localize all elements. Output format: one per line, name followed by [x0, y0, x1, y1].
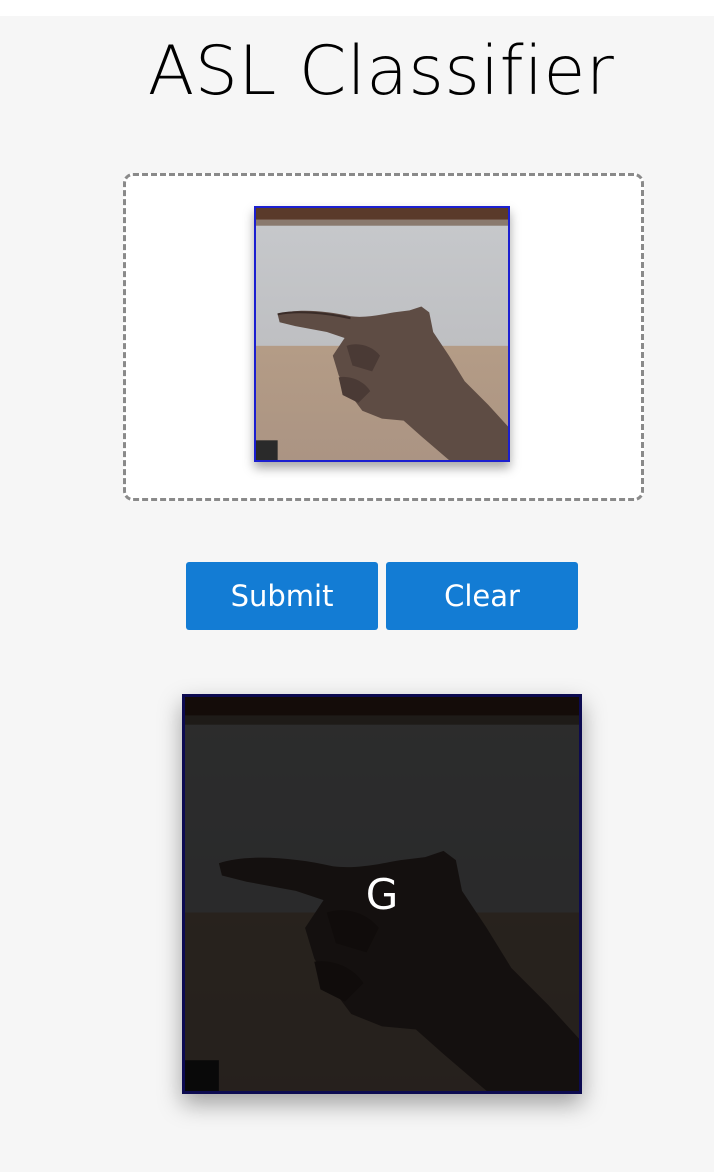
page-title: ASL Classifier	[147, 32, 615, 111]
prediction-result-image: G	[182, 694, 582, 1094]
uploaded-image-preview	[254, 206, 510, 462]
prediction-label: G	[365, 869, 399, 919]
submit-button[interactable]: Submit	[186, 562, 378, 630]
hand-sign-photo	[256, 208, 508, 460]
clear-button[interactable]: Clear	[386, 562, 578, 630]
